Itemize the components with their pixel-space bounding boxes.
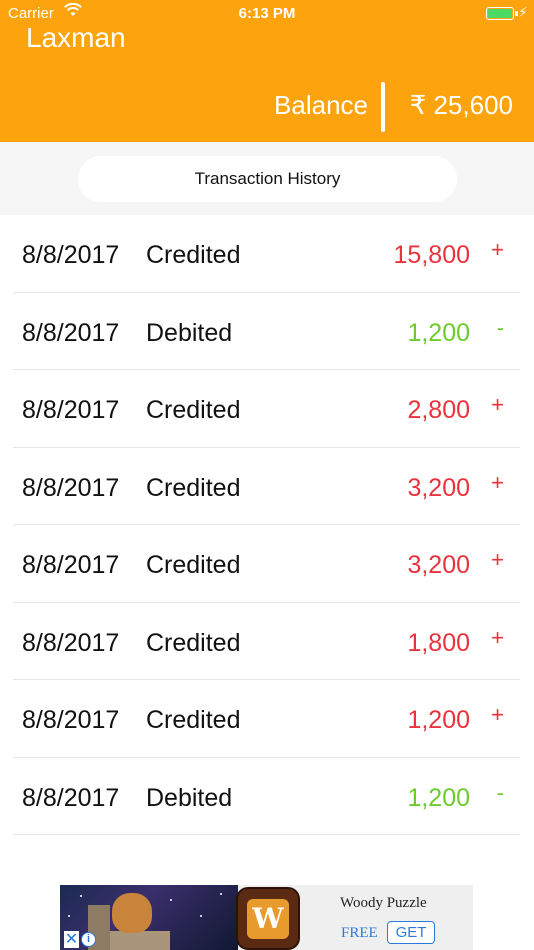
w-logo-icon: W <box>247 899 289 939</box>
transaction-sign: - <box>496 314 504 340</box>
tab-area: Transaction History <box>0 142 534 215</box>
status-time: 6:13 PM <box>238 5 296 22</box>
transaction-sign: + <box>491 702 504 727</box>
ad-title: Woody Puzzle <box>340 895 427 911</box>
battery-icon <box>486 7 514 20</box>
transaction-sign: + <box>491 237 504 262</box>
transaction-amount: 3,200 <box>407 551 470 579</box>
transaction-row[interactable]: 8/8/2017 Credited 2,800 + <box>0 370 534 448</box>
balance-value: ₹ 25,600 <box>409 90 513 120</box>
transaction-type: Credited <box>146 706 241 734</box>
close-icon[interactable]: ✕ <box>64 931 79 948</box>
app-header: Carrier 6:13 PM ⚡ Laxman Balance ₹ 25,60… <box>0 0 534 142</box>
transaction-row[interactable]: 8/8/2017 Credited 1,800 + <box>0 603 534 681</box>
dog-image <box>112 893 152 933</box>
info-icon[interactable]: i <box>81 932 96 947</box>
user-name: Laxman <box>26 22 126 53</box>
transaction-row[interactable]: 8/8/2017 Debited 1,200- <box>0 758 534 836</box>
transaction-sign: + <box>491 469 504 495</box>
transaction-type: Credited <box>146 241 241 269</box>
transaction-list: 8/8/2017 Credited 15,800 +8/8/2017 Debited 1,… <box>0 215 534 835</box>
transaction-date: 8/8/2017 <box>22 706 120 734</box>
transaction-amount: 1,800 <box>407 628 470 657</box>
transaction-type: Debited <box>146 783 233 812</box>
transaction-amount: 3,200 <box>407 473 470 502</box>
transaction-sign: + <box>491 624 504 650</box>
balance-divider <box>381 82 385 132</box>
transaction-date: 8/8/2017 <box>22 241 120 269</box>
transaction-date: 8/8/2017 <box>22 551 120 579</box>
transaction-date: 8/8/2017 <box>22 783 120 812</box>
transaction-amount: 1,200 <box>407 783 470 812</box>
transaction-row[interactable]: 8/8/2017 Credited 3,200 + <box>0 448 534 526</box>
transaction-type: Debited <box>146 318 233 347</box>
transaction-amount: 2,800 <box>407 396 470 424</box>
transaction-row[interactable]: 8/8/2017 Debited 1,200- <box>0 293 534 371</box>
transaction-type: Credited <box>146 396 241 424</box>
transaction-date: 8/8/2017 <box>22 628 120 657</box>
ad-get-button[interactable]: GET <box>387 921 435 944</box>
ad-banner[interactable]: ✕ i W Woody Puzzle FREE GET <box>60 885 473 950</box>
transaction-sign: + <box>491 547 504 572</box>
transaction-date: 8/8/2017 <box>22 396 120 424</box>
transaction-row[interactable]: 8/8/2017 Credited 1,200 + <box>0 680 534 758</box>
transaction-history-button[interactable]: Transaction History <box>78 156 457 202</box>
transaction-type: Credited <box>146 628 241 657</box>
ad-price: FREE <box>341 925 378 941</box>
charging-icon: ⚡ <box>518 4 528 20</box>
transaction-type: Credited <box>146 551 241 579</box>
transaction-date: 8/8/2017 <box>22 318 120 347</box>
transaction-sign: + <box>491 392 504 417</box>
transaction-date: 8/8/2017 <box>22 473 120 502</box>
ad-blocks <box>110 931 170 950</box>
app-icon[interactable]: W <box>236 887 300 950</box>
transaction-amount: 15,800 <box>393 241 470 269</box>
transaction-row[interactable]: 8/8/2017 Credited 3,200 + <box>0 525 534 603</box>
transaction-row[interactable]: 8/8/2017 Credited 15,800 + <box>0 215 534 293</box>
transaction-type: Credited <box>146 473 241 502</box>
balance-label: Balance <box>274 90 368 120</box>
transaction-amount: 1,200 <box>407 318 470 347</box>
transaction-sign: - <box>496 779 504 805</box>
transaction-amount: 1,200 <box>407 706 470 734</box>
